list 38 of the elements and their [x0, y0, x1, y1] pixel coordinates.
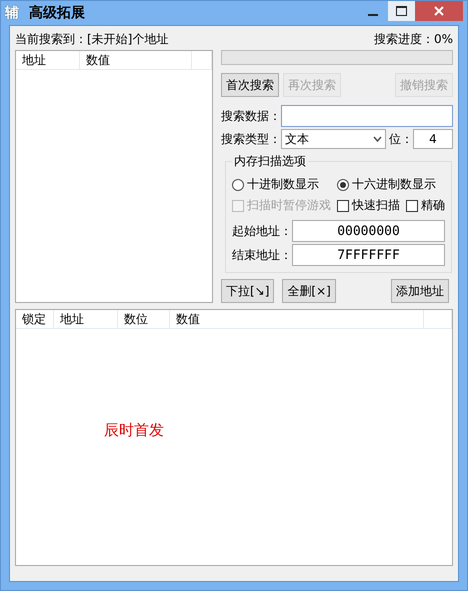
search-data-field[interactable]	[281, 105, 453, 127]
column-header[interactable]: 数值	[80, 51, 192, 69]
close-button[interactable]	[415, 1, 463, 21]
end-address-label: 结束地址：	[232, 246, 292, 264]
column-header[interactable]: 地址	[54, 310, 118, 328]
bits-label: 位：	[388, 130, 413, 148]
maximize-icon	[396, 6, 407, 16]
found-count-label: 当前搜索到：[未开始]个地址	[15, 31, 168, 48]
window-title: 高级拓展	[29, 4, 86, 22]
note-label: 辰时首发	[104, 421, 164, 440]
end-address-field[interactable]: 7FFFFFFF	[292, 244, 445, 266]
minimize-icon	[368, 14, 378, 16]
column-header[interactable]: 数值	[170, 310, 424, 328]
column-header[interactable]: 地址	[16, 51, 80, 69]
column-header[interactable]: 数位	[118, 310, 170, 328]
result-list[interactable]: 地址 数值	[15, 50, 213, 303]
radio-option[interactable]: 十六进制数显示	[337, 176, 436, 193]
search-data-label: 搜索数据：	[221, 108, 281, 124]
group-title: 内存扫描选项	[233, 153, 307, 170]
chevron-icon	[372, 136, 382, 142]
column-header[interactable]: 锁定	[16, 310, 54, 328]
checkbox-option[interactable]: 精确	[406, 197, 445, 214]
close-icon	[434, 6, 444, 16]
search-type-dropdown[interactable]: 文本	[281, 129, 386, 149]
progress-label: 搜索进度：0%	[374, 31, 453, 48]
checkbox-option[interactable]: 快速扫描	[337, 197, 400, 214]
action-button[interactable]: 全删[×]	[282, 279, 336, 303]
action-button[interactable]: 添加地址	[391, 279, 449, 303]
search-type-label: 搜索类型：	[221, 130, 281, 148]
app-icon: 辅	[5, 4, 23, 22]
start-address-label: 起始地址：	[232, 222, 292, 240]
locked-address-list[interactable]: 锁定 地址 数位 数值 辰时首发	[15, 309, 453, 566]
start-address-field[interactable]: 00000000	[292, 220, 445, 242]
search-button[interactable]: 首次搜索	[221, 73, 279, 97]
radio-option[interactable]: 十进制数显示	[232, 176, 319, 193]
maximize-button[interactable]	[388, 1, 415, 21]
action-button[interactable]: 下拉[↘]	[221, 279, 274, 303]
bits-field[interactable]: 4	[412, 129, 453, 149]
